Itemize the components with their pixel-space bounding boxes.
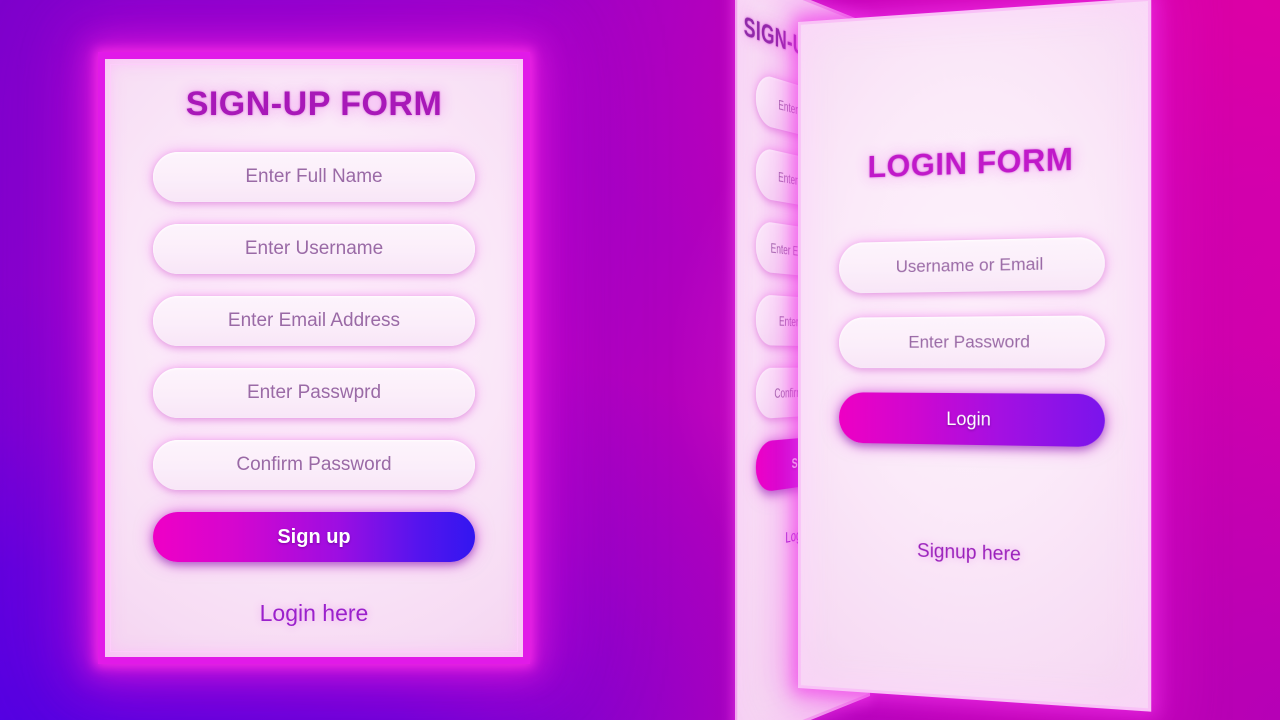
login-signup-here-link[interactable]: Signup here (917, 540, 1021, 567)
signup-login-here-label: Login here (259, 600, 369, 626)
login-submit-button[interactable]: Login (839, 392, 1105, 448)
signup-card-content: SIGN-UP FORM Enter Full Name Enter Usern… (105, 59, 523, 657)
signup-submit-button[interactable]: Sign up (153, 512, 475, 562)
login-card-content: LOGIN FORM Username or Email Enter Passw… (801, 1, 1148, 708)
signup-password-placeholder: Enter Passwprd (246, 382, 382, 403)
signup-email-placeholder: Enter Email Address (227, 310, 401, 331)
signup-email-input[interactable]: Enter Email Address (153, 296, 475, 346)
login-username-placeholder: Username or Email (895, 253, 1044, 277)
box-front-login-face: LOGIN FORM Username or Email Enter Passw… (798, 0, 1152, 712)
signup-submit-label: Sign up (277, 525, 351, 548)
signup-username-placeholder: Enter Username (244, 238, 384, 259)
signup-password-input[interactable]: Enter Passwprd (153, 368, 475, 418)
signup-fullname-input[interactable]: Enter Full Name (153, 152, 475, 202)
signup-form-title: SIGN-UP FORM (185, 85, 443, 123)
signup-login-here-link[interactable]: Login here (260, 600, 369, 627)
scene: SIGN-UP FORM Enter Full Name Enter Usern… (0, 0, 1280, 720)
login-form-title: LOGIN FORM (867, 140, 1074, 185)
login-password-placeholder: Enter Password (908, 331, 1031, 352)
login-submit-label: Login (946, 407, 991, 430)
signup-confirm-password-input[interactable]: Confirm Password (153, 440, 475, 490)
signup-username-input[interactable]: Enter Username (153, 224, 475, 274)
login-username-input[interactable]: Username or Email (839, 236, 1105, 294)
signup-card: SIGN-UP FORM Enter Full Name Enter Usern… (98, 52, 530, 664)
signup-fullname-placeholder: Enter Full Name (245, 166, 383, 187)
login-signup-here-label: Signup here (917, 540, 1021, 566)
login-password-input[interactable]: Enter Password (839, 315, 1105, 369)
signup-confirm-password-placeholder: Confirm Password (236, 454, 392, 475)
three-d-box: SIGN-UP FORM Enter Full Name Enter Usern… (640, 0, 1200, 720)
